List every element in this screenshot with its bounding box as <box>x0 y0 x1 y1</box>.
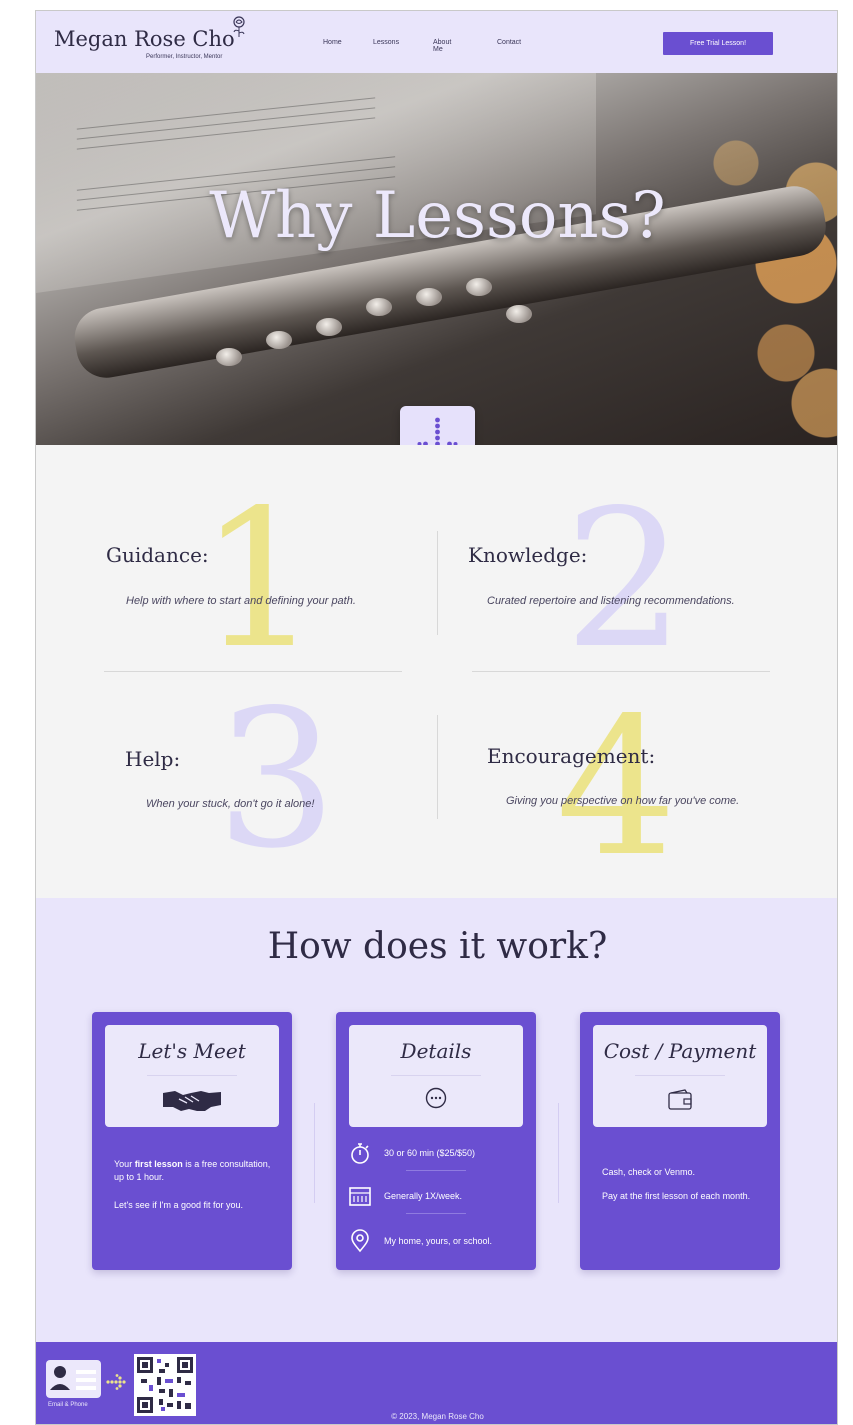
item-desc-help: When your stuck, don't go it alone! <box>146 798 315 810</box>
divider-vertical <box>437 715 438 819</box>
contact-card-label: Email & Phone <box>48 1402 88 1408</box>
card-header: Let's Meet <box>105 1025 279 1127</box>
number-1: 1 <box>199 469 320 690</box>
card-text: Cash, check or Venmo. <box>602 1167 696 1177</box>
flute-key <box>416 288 442 306</box>
free-trial-button[interactable]: Free Trial Lesson! <box>663 32 773 55</box>
nav-lessons[interactable]: Lessons <box>373 39 399 46</box>
number-2: 2 <box>564 469 685 690</box>
section-title: How does it work? <box>267 926 608 967</box>
flute-key <box>466 278 492 296</box>
item-title-knowledge: Knowledge: <box>468 543 588 567</box>
item-desc-knowledge: Curated repertoire and listening recomme… <box>487 595 735 607</box>
item-title-encouragement: Encouragement: <box>487 744 656 768</box>
item-desc-guidance: Help with where to start and defining yo… <box>126 595 356 607</box>
card-details: Details 30 or 60 min ($25/$50) Generally… <box>336 1012 536 1270</box>
card-separator <box>635 1075 725 1076</box>
detail-row-frequency: Generally 1X/week. <box>348 1184 528 1208</box>
card-title: Cost / Payment <box>603 1039 757 1063</box>
card-title: Let's Meet <box>138 1039 246 1063</box>
number-4: 4 <box>556 677 677 898</box>
detail-text: 30 or 60 min ($25/$50) <box>384 1148 476 1158</box>
arrow-right-icon <box>106 1374 126 1390</box>
stopwatch-icon <box>351 1143 369 1164</box>
nav-contact[interactable]: Contact <box>497 39 521 46</box>
item-title-guidance: Guidance: <box>106 543 209 567</box>
card-text: Let's see if I'm a good fit for you. <box>114 1200 244 1210</box>
hero-title: Why Lessons? <box>209 179 666 253</box>
divider-vertical <box>437 531 438 635</box>
card-title: Details <box>400 1039 472 1063</box>
card-text: Pay at the first lesson of each month. <box>602 1191 751 1201</box>
card-lets-meet: Let's Meet Your first lesson is a free c… <box>92 1012 292 1270</box>
detail-divider <box>406 1213 466 1214</box>
wallet-icon <box>668 1089 692 1110</box>
number-3: 3 <box>216 669 337 890</box>
card-header: Cost / Payment <box>593 1025 767 1127</box>
card-separator <box>391 1075 481 1076</box>
rose-icon <box>233 16 245 37</box>
how-it-works-section: How does it work? Let's Meet Your first … <box>36 898 837 1342</box>
flute-key <box>316 318 342 336</box>
card-divider <box>314 1103 315 1203</box>
item-desc-encouragement: Giving you perspective on how far you've… <box>506 795 740 807</box>
ellipsis-circle-icon <box>425 1087 447 1109</box>
detail-row-duration: 30 or 60 min ($25/$50) <box>348 1141 528 1165</box>
flute-key <box>266 331 292 349</box>
logo-tagline: Performer, Instructor, Mentor <box>146 54 223 60</box>
detail-row-location: My home, yours, or school. <box>348 1229 528 1253</box>
handshake-icon <box>163 1091 221 1111</box>
text-bold: first lesson <box>134 1159 183 1169</box>
divider-horizontal <box>104 671 402 672</box>
flute-key <box>216 348 242 366</box>
card-text: Your first lesson is a free consultation… <box>114 1158 274 1184</box>
detail-text: My home, yours, or school. <box>384 1236 493 1246</box>
nav-about-me[interactable]: About Me <box>433 39 451 53</box>
flute-key <box>506 305 532 323</box>
logo-name[interactable]: Megan Rose Cho <box>54 27 235 51</box>
card-cost-payment: Cost / Payment Cash, check or Venmo. Pay… <box>580 1012 780 1270</box>
site-header: Megan Rose Cho Performer, Instructor, Me… <box>36 11 837 73</box>
card-header: Details <box>349 1025 523 1127</box>
id-card-icon <box>50 1366 96 1390</box>
divider-horizontal <box>472 671 770 672</box>
location-pin-icon <box>351 1229 369 1253</box>
page-frame: Megan Rose Cho Performer, Instructor, Me… <box>35 10 838 1425</box>
card-divider <box>558 1103 559 1203</box>
flute-key <box>366 298 392 316</box>
text-segment: Your <box>114 1159 135 1169</box>
detail-text: Generally 1X/week. <box>384 1191 463 1201</box>
hero-banner: Why Lessons? <box>36 73 837 445</box>
card-separator <box>147 1075 237 1076</box>
qr-code[interactable] <box>134 1354 196 1416</box>
calendar-icon <box>349 1187 371 1206</box>
nav-home[interactable]: Home <box>323 39 342 46</box>
why-lessons-section: 1 2 3 4 Guidance: Help with where to sta… <box>36 445 837 898</box>
item-title-help: Help: <box>125 747 181 771</box>
contact-card-icon[interactable] <box>46 1360 101 1398</box>
detail-divider <box>406 1170 466 1171</box>
site-footer: Email & Phone © 2023, Megan Rose Cho <box>36 1342 837 1424</box>
qr-code-icon <box>137 1357 193 1413</box>
copyright-text: © 2023, Megan Rose Cho <box>391 1412 484 1421</box>
